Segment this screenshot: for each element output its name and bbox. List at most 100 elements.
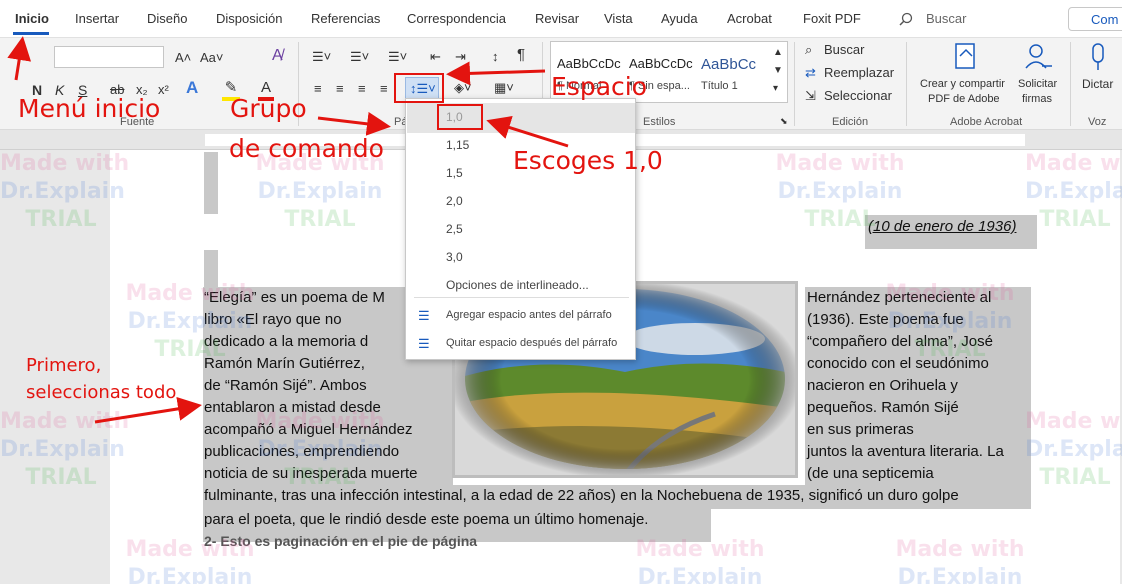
create-pdf-icon[interactable] — [952, 42, 980, 72]
find-icon[interactable]: ⌕ — [805, 41, 812, 59]
request-signatures-label-2: firmas — [1022, 93, 1052, 105]
align-right-icon[interactable]: ≡ — [358, 80, 366, 98]
annotation-de-comando: de comando — [229, 134, 384, 163]
paragraph-line[interactable]: dedicado a la memoria d — [204, 333, 368, 350]
styles-scroll-down-icon[interactable]: ▼ — [773, 62, 783, 80]
search-icon[interactable] — [899, 12, 913, 26]
tab-insertar[interactable]: Insertar — [75, 11, 119, 26]
styles-scroll-up-icon[interactable]: ▲ — [773, 44, 783, 62]
tab-diseno[interactable]: Diseño — [147, 11, 187, 26]
tab-acrobat[interactable]: Acrobat — [727, 11, 772, 26]
line-spacing-highlight-box — [394, 73, 444, 103]
edit-group-label: Edición — [832, 116, 869, 128]
select-button[interactable]: Seleccionar — [824, 87, 892, 105]
paragraph-line[interactable]: publicaciones, emprendiendo — [204, 443, 399, 460]
decrease-indent-icon[interactable]: ⇤ — [430, 48, 441, 66]
show-marks-icon[interactable]: ¶ — [517, 46, 525, 64]
paragraph-line[interactable]: Hernández perteneciente al — [807, 289, 991, 306]
share-button[interactable]: Com — [1068, 7, 1122, 31]
tab-referencias[interactable]: Referencias — [311, 11, 380, 26]
style-name: Título 1 — [701, 80, 738, 92]
grow-font-icon[interactable]: A˄ — [175, 49, 191, 67]
paragraph-line[interactable]: noticia de su inesperada muerte — [204, 465, 417, 482]
multilevel-list-icon[interactable]: ☰˅ — [388, 48, 407, 66]
annotation-espacio: Espacio — [551, 72, 647, 101]
styles-group-label: Estilos — [643, 116, 676, 128]
bullets-icon[interactable]: ☰˅ — [312, 48, 331, 66]
date-line[interactable]: (10 de enero de 1936) — [868, 218, 1016, 235]
borders-icon[interactable]: ▦˅ — [494, 79, 514, 97]
line-spacing-options[interactable]: Opciones de interlineado... — [446, 278, 589, 292]
adobe-group-label: Adobe Acrobat — [950, 116, 1023, 128]
paragraph-line[interactable]: juntos la aventura literaria. La — [807, 443, 1004, 460]
spacing-option-2-0[interactable]: 2,0 — [446, 194, 463, 208]
tab-ayuda[interactable]: Ayuda — [661, 11, 698, 26]
style-sample: AaBbCcDc — [557, 56, 621, 71]
replace-button[interactable]: Reemplazar — [824, 64, 894, 82]
remove-space-after-icon: ☰ — [418, 336, 430, 351]
paragraph-line[interactable]: (1936). Este poema fue — [807, 311, 964, 328]
numbering-icon[interactable]: ☰˅ — [350, 48, 369, 66]
tab-correspondencia[interactable]: Correspondencia — [407, 11, 506, 26]
paragraph-line[interactable]: pequeños. Ramón Sijé — [807, 399, 959, 416]
styles-more-icon[interactable]: ▾ — [773, 80, 778, 98]
request-signatures-icon[interactable] — [1024, 42, 1054, 72]
paragraph-line[interactable]: para el poeta, que le rindió desde este … — [204, 511, 648, 528]
paragraph-line[interactable]: entablaron a mistad desde — [204, 399, 381, 416]
paragraph-line[interactable]: “Elegía” es un poema de M — [204, 289, 385, 306]
paragraph-line[interactable]: (de una septicemia — [807, 465, 934, 482]
spacing-option-2-5[interactable]: 2,5 — [446, 222, 463, 236]
share-label: Com — [1091, 12, 1119, 27]
menu-divider — [414, 297, 629, 298]
annotation-menu-inicio: Menú inicio — [18, 94, 161, 123]
dictate-button[interactable]: Dictar — [1082, 75, 1113, 93]
shading-icon[interactable]: ◈˅ — [454, 79, 472, 97]
styles-launcher-icon[interactable]: ⬊ — [780, 112, 788, 130]
paragraph-line[interactable]: en sus primeras — [807, 421, 914, 438]
tab-foxit-pdf[interactable]: Foxit PDF — [803, 11, 861, 26]
remove-space-after[interactable]: Quitar espacio después del párrafo — [446, 337, 617, 349]
paragraph-line[interactable]: libro «El rayo que no — [204, 311, 342, 328]
spacing-option-3-0[interactable]: 3,0 — [446, 250, 463, 264]
font-name-combo[interactable] — [54, 46, 164, 68]
paragraph-line[interactable]: conocido con el seudónimo — [807, 355, 989, 372]
paragraph-line[interactable]: de “Ramón Sijé”. Ambos — [204, 377, 367, 394]
clear-format-icon[interactable]: A̸ — [272, 47, 283, 65]
replace-icon[interactable]: ⇄ — [805, 64, 816, 82]
tab-vista[interactable]: Vista — [604, 11, 633, 26]
spacing-option-1-5[interactable]: 1,5 — [446, 166, 463, 180]
search-box[interactable]: Buscar — [926, 11, 966, 26]
ribbon-tabs: Inicio Insertar Diseño Disposición Refer… — [0, 0, 1122, 38]
increase-indent-icon[interactable]: ⇥ — [455, 48, 466, 66]
tab-inicio[interactable]: Inicio — [15, 11, 49, 26]
footer-note-line[interactable]: 2- Esto es paginación en el pie de págin… — [204, 533, 477, 549]
tab-disposicion[interactable]: Disposición — [216, 11, 282, 26]
select-icon[interactable]: ⇲ — [805, 87, 816, 105]
tab-revisar[interactable]: Revisar — [535, 11, 579, 26]
shrink-font-icon[interactable]: Aa˅ — [200, 49, 224, 67]
sort-icon[interactable]: ↕ — [492, 48, 499, 66]
style-sample: AaBbCcDc — [629, 56, 693, 71]
style-sample: AaBbCc — [701, 56, 757, 73]
paragraph-line[interactable]: fulminante, tras una infección intestina… — [204, 487, 959, 504]
add-space-before[interactable]: Agregar espacio antes del párrafo — [446, 309, 612, 321]
voice-group-label: Voz — [1088, 116, 1107, 128]
separator — [1070, 42, 1071, 126]
paragraph-line[interactable]: “compañero del alma”, José — [807, 333, 993, 350]
style-heading-1[interactable]: AaBbCc Título 1 — [697, 46, 775, 100]
add-space-before-icon: ☰ — [418, 308, 430, 323]
spacing-option-1-15[interactable]: 1,15 — [446, 138, 469, 152]
annotation-escoges: Escoges 1,0 — [513, 146, 663, 175]
line-spacing-menu: 1,0 1,15 1,5 2,0 2,5 3,0 Opciones de int… — [405, 98, 636, 360]
align-left-icon[interactable]: ≡ — [314, 80, 322, 98]
paragraph-line[interactable]: acompañó a Miguel Hernández — [204, 421, 412, 438]
separator — [906, 42, 907, 126]
align-center-icon[interactable]: ≡ — [336, 80, 344, 98]
find-button[interactable]: Buscar — [824, 41, 864, 59]
paragraph-line[interactable]: nacieron en Orihuela y — [807, 377, 958, 394]
paragraph-line[interactable]: Ramón Marín Gutiérrez, — [204, 355, 365, 372]
text-effects-icon[interactable]: A — [186, 79, 198, 97]
option-highlight-box — [437, 104, 483, 130]
microphone-icon[interactable] — [1088, 42, 1108, 72]
justify-icon[interactable]: ≡ — [380, 80, 388, 98]
